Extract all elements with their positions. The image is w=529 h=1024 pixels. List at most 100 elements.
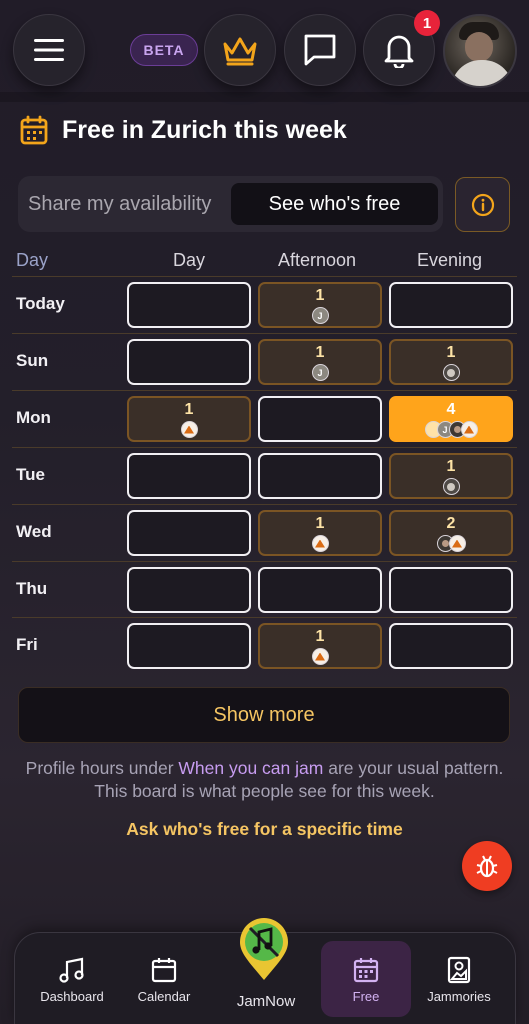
crown-icon	[223, 37, 257, 66]
nav-jamnow-label: JamNow	[236, 993, 296, 1010]
chat-icon	[304, 34, 336, 66]
availability-cell-afternoon[interactable]: 1J	[258, 339, 382, 385]
avatar-stack	[391, 478, 511, 495]
availability-cell-day[interactable]	[127, 339, 251, 385]
avatar-stack	[260, 535, 380, 552]
nav-jammories[interactable]: Jammories	[419, 933, 499, 1024]
free-count: 1	[446, 344, 456, 361]
grid-row-fri: Fri 1	[12, 617, 517, 674]
row-day-label: Tue	[16, 465, 45, 484]
share-availability-toggle[interactable]: Share my availability	[18, 193, 230, 216]
row-day-label: Fri	[16, 635, 38, 654]
grid-row-wed: Wed 1 2	[12, 504, 517, 561]
nav-calendar[interactable]: Calendar	[129, 933, 199, 1024]
bug-icon	[476, 855, 498, 878]
premium-button[interactable]	[204, 14, 276, 86]
availability-cell-day[interactable]	[127, 453, 251, 499]
profile-avatar[interactable]	[443, 14, 517, 88]
availability-cell-day[interactable]	[127, 282, 251, 328]
grid-row-today: Today 1 J	[12, 276, 517, 333]
availability-cell-day[interactable]	[127, 510, 251, 556]
info-button[interactable]	[455, 177, 510, 232]
grid-row-tue: Tue 1	[12, 447, 517, 504]
row-day-label: Thu	[16, 579, 48, 598]
avatar-stack: J	[391, 421, 511, 438]
user-avatar: J	[311, 307, 329, 324]
grid-row-sun: Sun 1 J 1	[12, 333, 517, 390]
nav-jammories-label: Jammories	[427, 989, 491, 1004]
user-avatar	[448, 535, 466, 552]
free-count: 4	[446, 401, 456, 418]
calendar-icon	[151, 958, 177, 983]
free-count: 1	[315, 628, 325, 645]
menu-button[interactable]	[13, 14, 85, 86]
page-title: Free in Zurich this week	[62, 115, 347, 144]
notification-count-badge: 1	[414, 10, 440, 36]
avatar-stack	[260, 648, 380, 665]
avatar-stack	[391, 535, 511, 552]
show-more-button[interactable]: Show more	[18, 687, 510, 743]
when-you-can-jam-link[interactable]: When you can jam	[178, 758, 323, 778]
availability-cell-evening[interactable]: 4J	[389, 396, 513, 442]
bell-icon	[384, 35, 414, 68]
nav-free-label: Free	[352, 989, 380, 1004]
info-icon	[471, 193, 494, 216]
nav-dashboard-label: Dashboard	[40, 989, 104, 1004]
free-count: 1	[446, 458, 456, 475]
calendar-icon	[20, 115, 48, 145]
nav-free[interactable]: Free	[321, 933, 411, 1024]
free-count: 1	[184, 401, 194, 418]
user-avatar	[311, 535, 329, 552]
nav-calendar-label: Calendar	[137, 989, 191, 1004]
ask-whos-free-link[interactable]: Ask who's free for a specific time	[0, 819, 529, 840]
beta-badge: BETA	[130, 34, 198, 66]
column-header-afternoon: Afternoon	[278, 250, 357, 270]
column-header-evening: Evening	[417, 250, 483, 270]
row-day-label: Wed	[16, 522, 52, 541]
avatar-stack	[391, 364, 511, 381]
availability-cell-evening[interactable]: 2	[389, 510, 513, 556]
top-bar: BETA 1	[0, 0, 529, 100]
avatar-stack	[129, 421, 249, 438]
user-avatar	[180, 421, 198, 438]
grid-row-thu: Thu	[12, 561, 517, 618]
photo-album-icon	[447, 956, 471, 984]
availability-cell-day[interactable]: 1	[127, 396, 251, 442]
availability-cell-afternoon[interactable]	[258, 396, 382, 442]
note-text: Profile hours under	[25, 758, 179, 778]
availability-cell-evening[interactable]	[389, 623, 513, 669]
availability-cell-evening[interactable]: 1	[389, 339, 513, 385]
availability-cell-day[interactable]	[127, 567, 251, 613]
free-count: 1	[315, 515, 325, 532]
column-header-day-label: Day	[16, 250, 49, 270]
page-title-row: Free in Zurich this week	[20, 112, 347, 148]
share-availability-bar: Share my availability See who's free	[18, 176, 443, 232]
messages-button[interactable]	[284, 14, 356, 86]
jamnow-pin-icon[interactable]	[237, 916, 291, 982]
report-bug-button[interactable]	[462, 841, 512, 891]
grid-row-mon: Mon 1 4 J	[12, 390, 517, 447]
user-avatar: J	[311, 364, 329, 381]
availability-cell-evening[interactable]	[389, 282, 513, 328]
availability-cell-afternoon[interactable]: 1	[258, 510, 382, 556]
user-avatar	[460, 421, 478, 438]
availability-cell-afternoon[interactable]	[258, 567, 382, 613]
availability-cell-evening[interactable]	[389, 567, 513, 613]
row-day-label: Mon	[16, 408, 51, 427]
availability-note: Profile hours under When you can jam are…	[20, 757, 509, 803]
free-count: 1	[315, 287, 325, 304]
calendar-grid-icon	[353, 958, 379, 983]
availability-cell-afternoon[interactable]	[258, 453, 382, 499]
column-header-day: Day	[173, 250, 206, 270]
user-avatar	[442, 364, 460, 381]
see-whos-free-button[interactable]: See who's free	[231, 183, 438, 225]
availability-cell-afternoon[interactable]: 1J	[258, 282, 382, 328]
user-avatar	[311, 648, 329, 665]
availability-cell-evening[interactable]: 1	[389, 453, 513, 499]
nav-dashboard[interactable]: Dashboard	[37, 933, 107, 1024]
availability-cell-afternoon[interactable]: 1	[258, 623, 382, 669]
row-day-label: Today	[16, 294, 65, 313]
row-day-label: Sun	[16, 351, 49, 370]
availability-cell-day[interactable]	[127, 623, 251, 669]
user-avatar	[442, 478, 460, 495]
